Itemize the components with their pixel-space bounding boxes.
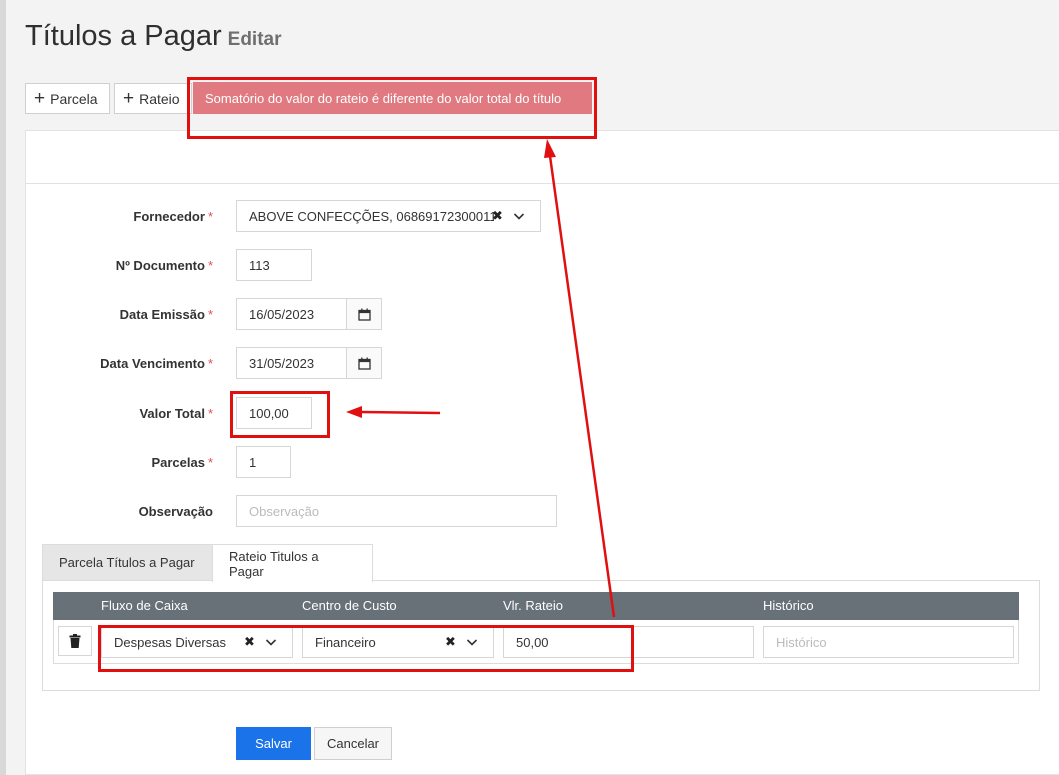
calendar-icon: [357, 308, 371, 321]
data-emissao-label: Data Emissão *: [119, 307, 213, 322]
tab-rateio-label: Rateio Titulos a Pagar: [229, 548, 319, 579]
tab-parcela-titulos[interactable]: Parcela Títulos a Pagar: [42, 544, 213, 581]
trash-icon: [69, 634, 81, 648]
fornecedor-value: ABOVE CONFECÇÕES, 06869172300011​8: [249, 208, 494, 224]
clear-icon[interactable]: ✖: [492, 208, 503, 224]
column-header-historico: Histórico: [763, 598, 814, 613]
annotation-box-valor-total: [230, 391, 330, 438]
column-header-valor: Vlr. Rateio: [503, 598, 563, 613]
observacao-placeholder: Observação: [249, 503, 320, 519]
documento-label: Nº Documento *: [115, 258, 213, 273]
parcelas-input[interactable]: 1: [236, 446, 291, 478]
annotation-box-rateio-row: [98, 625, 634, 672]
documento-value: 113: [249, 257, 270, 273]
data-vencimento-value: 31/05/2023: [249, 355, 315, 371]
data-vencimento-input[interactable]: 31/05/2023: [236, 347, 347, 379]
cancel-button[interactable]: Cancelar: [314, 727, 392, 760]
tab-rateio-titulos[interactable]: Rateio Titulos a Pagar: [212, 544, 373, 582]
data-emissao-calendar-button[interactable]: [346, 298, 382, 330]
observacao-input[interactable]: Observação: [236, 495, 557, 527]
annotation-box-alert: [187, 77, 597, 139]
tab-parcela-label: Parcela Títulos a Pagar: [59, 555, 195, 570]
fornecedor-label: Fornecedor *: [133, 209, 213, 224]
fornecedor-select[interactable]: ABOVE CONFECÇÕES, 06869172300011​8 ✖: [236, 200, 541, 232]
rateio-table-header: Fluxo de Caixa Centro de Custo Vlr. Rate…: [53, 592, 1019, 620]
data-emissao-input[interactable]: 16/05/2023: [236, 298, 347, 330]
calendar-icon: [357, 357, 371, 370]
documento-input[interactable]: 113: [236, 249, 312, 281]
historico-input[interactable]: Histórico: [763, 626, 1014, 658]
chevron-down-icon[interactable]: [513, 210, 525, 225]
data-vencimento-calendar-button[interactable]: [346, 347, 382, 379]
data-vencimento-label: Data Vencimento *: [100, 356, 213, 371]
save-button[interactable]: Salvar: [236, 727, 311, 760]
delete-row-button[interactable]: [58, 626, 92, 656]
page-title-sub: Editar: [227, 29, 282, 50]
data-emissao-value: 16/05/2023: [249, 306, 315, 322]
historico-placeholder: Histórico: [776, 634, 827, 650]
column-header-fluxo: Fluxo de Caixa: [101, 598, 188, 613]
valor-total-label: Valor Total *: [139, 406, 213, 421]
column-header-centro: Centro de Custo: [302, 598, 397, 613]
parcelas-label: Parcelas *: [151, 455, 213, 470]
parcelas-value: 1: [249, 454, 257, 470]
observacao-label: Observação: [138, 504, 213, 519]
